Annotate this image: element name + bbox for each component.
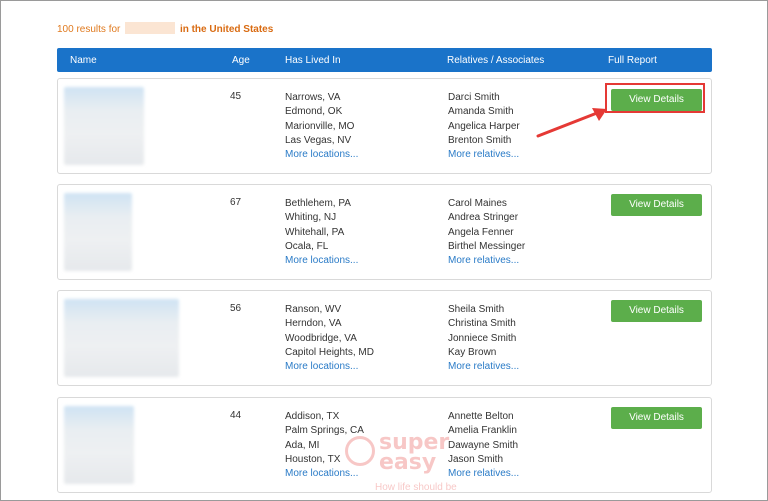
location-item: Woodbridge, VA <box>285 332 357 344</box>
relative-item: Amanda Smith <box>448 106 514 118</box>
more-locations-link[interactable]: More locations... <box>285 254 358 268</box>
header-has-lived-in: Has Lived In <box>285 55 341 66</box>
result-age: 67 <box>230 197 242 208</box>
location-item: Capitol Heights, MD <box>285 346 374 358</box>
relative-item: Angelica Harper <box>448 120 520 132</box>
redacted-name-photo <box>64 299 179 377</box>
relative-item: Angela Fenner <box>448 226 514 238</box>
result-age: 56 <box>230 303 242 314</box>
watermark-tagline: How life should be <box>375 482 457 493</box>
relative-item: Sheila Smith <box>448 304 505 315</box>
location-item: Las Vegas, NV <box>285 134 352 146</box>
location-item: Narrows, VA <box>285 92 341 103</box>
location-item: Marionville, MO <box>285 120 355 132</box>
result-locations: Bethlehem, PA Whiting, NJ Whitehall, PA … <box>285 197 358 268</box>
location-item: Ocala, FL <box>285 240 329 252</box>
results-table-header: Name Age Has Lived In Relatives / Associ… <box>57 48 712 72</box>
result-locations: Narrows, VA Edmond, OK Marionville, MO L… <box>285 91 358 162</box>
results-count: 100 results for <box>57 24 121 35</box>
view-details-button[interactable]: View Details <box>611 407 702 429</box>
result-card: 67 Bethlehem, PA Whiting, NJ Whitehall, … <box>57 184 712 280</box>
more-locations-link[interactable]: More locations... <box>285 360 374 374</box>
redacted-search-name <box>125 22 176 34</box>
annotation-arrow-icon <box>536 108 607 138</box>
relative-item: Jonniece Smith <box>448 332 517 344</box>
result-relatives: Darci Smith Amanda Smith Angelica Harper… <box>448 91 520 162</box>
result-age: 44 <box>230 410 242 421</box>
result-card: 56 Ranson, WV Herndon, VA Woodbridge, VA… <box>57 290 712 386</box>
more-relatives-link[interactable]: More relatives... <box>448 254 525 268</box>
location-item: Whitehall, PA <box>285 226 345 238</box>
redacted-name-photo <box>64 87 144 165</box>
redacted-name-photo <box>64 406 134 484</box>
more-relatives-link[interactable]: More relatives... <box>448 360 519 374</box>
view-details-button[interactable]: View Details <box>611 194 702 216</box>
redacted-name-photo <box>64 193 132 271</box>
view-details-button[interactable]: View Details <box>611 300 702 322</box>
relative-item: Andrea Stringer <box>448 212 519 224</box>
result-relatives: Sheila Smith Christina Smith Jonniece Sm… <box>448 303 519 374</box>
location-item: Herndon, VA <box>285 318 342 330</box>
relative-item: Christina Smith <box>448 318 516 330</box>
relative-item: Annette Belton <box>448 411 514 422</box>
result-locations: Ranson, WV Herndon, VA Woodbridge, VA Ca… <box>285 303 374 374</box>
relative-item: Carol Maines <box>448 198 507 209</box>
location-item: Ranson, WV <box>285 304 342 315</box>
header-relatives: Relatives / Associates <box>447 55 545 66</box>
relative-item: Birthel Messinger <box>448 240 526 252</box>
relative-item: Darci Smith <box>448 92 500 103</box>
super-easy-watermark: super easy How life should be <box>345 430 465 500</box>
header-full-report: Full Report <box>608 55 657 66</box>
relative-item: Brenton Smith <box>448 134 512 146</box>
header-name: Name <box>70 55 97 66</box>
location-item: Edmond, OK <box>285 106 343 118</box>
results-summary: 100 results for in the United States <box>57 22 273 35</box>
result-age: 45 <box>230 91 242 102</box>
header-age: Age <box>232 55 250 66</box>
location-item: Addison, TX <box>285 411 340 422</box>
location-item: Bethlehem, PA <box>285 198 351 209</box>
more-relatives-link[interactable]: More relatives... <box>448 148 520 162</box>
results-location: in the United States <box>179 24 274 35</box>
location-item: Whiting, NJ <box>285 212 337 224</box>
annotation-highlight-box <box>605 83 705 113</box>
more-locations-link[interactable]: More locations... <box>285 148 358 162</box>
result-relatives: Carol Maines Andrea Stringer Angela Fenn… <box>448 197 525 268</box>
watermark-line2: easy <box>379 450 437 475</box>
watermark-logo-icon <box>345 436 375 466</box>
relative-item: Kay Brown <box>448 346 497 358</box>
